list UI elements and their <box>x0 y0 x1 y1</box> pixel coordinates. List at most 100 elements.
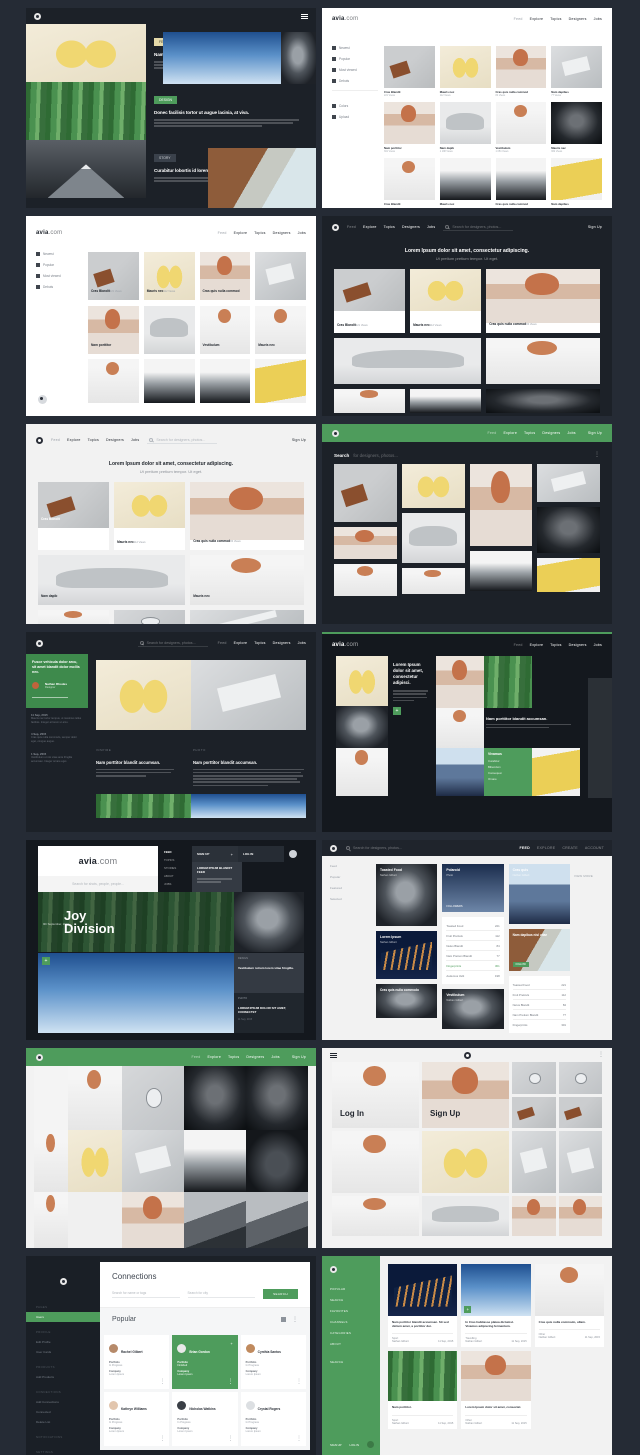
photo-sky[interactable]: + <box>461 1264 531 1316</box>
photo-rock[interactable] <box>336 705 388 748</box>
nav-item-stories[interactable]: STORIES <box>164 866 192 870</box>
photo-chair[interactable] <box>401 513 465 563</box>
search-input[interactable]: Search for shots, people, people... <box>38 876 158 892</box>
feed-card[interactable]: Mauris nec112 Views <box>143 252 195 301</box>
nav-item-feed[interactable]: Feed <box>514 17 523 21</box>
signup-button[interactable]: Sign Up <box>292 438 306 442</box>
photo-gradient-tube[interactable] <box>469 551 533 591</box>
nav-item-jobs[interactable]: Jobs <box>427 225 435 229</box>
feed-card[interactable]: Mauris nec 962 Views <box>551 102 602 153</box>
collection-card[interactable]: Lorem Ipsum Nathan Gilbert <box>376 931 438 979</box>
screen-connections-dashboard[interactable]: PAGES Users PROFILE Edit Profile User Ca… <box>26 1256 316 1455</box>
sidebar-item-most-viewed[interactable]: Most viewed <box>36 274 82 278</box>
sidebar-item-newest[interactable]: Newest <box>332 46 378 50</box>
person-card[interactable]: Rachel Gilbert Portfolio In Progress Comp… <box>104 1335 170 1389</box>
avatar[interactable] <box>38 395 47 404</box>
photo-slippers[interactable] <box>439 46 491 88</box>
nav-item-jobs[interactable]: Jobs <box>298 641 306 645</box>
nav-item-explore[interactable]: Explore <box>530 643 544 647</box>
search-city-input[interactable]: Search for city <box>187 1291 256 1298</box>
sidebar-item-popular[interactable]: Popular <box>36 263 82 267</box>
nav-item-designers[interactable]: Designers <box>106 438 124 442</box>
feed-card[interactable]: Cras quis nulla commod <box>199 252 251 301</box>
masonry-card[interactable] <box>334 389 406 413</box>
avatar[interactable] <box>32 681 39 689</box>
screen-joy-division-hero[interactable]: avia.com Search for shots, people, peopl… <box>26 840 316 1040</box>
photo-sky[interactable] <box>163 32 281 84</box>
grid-view-icon[interactable] <box>281 1317 286 1322</box>
photo-black-rock[interactable] <box>184 1066 246 1130</box>
green-sidebar[interactable]: POPULAR SEARCH FAVORITES CHANNELS CATEGO… <box>322 1256 380 1455</box>
masonry-card[interactable]: Cras Blandit221 Views <box>334 269 406 333</box>
nav-item-feed[interactable]: Feed <box>191 1055 200 1059</box>
screen-dark-editorial-grid[interactable]: FEATURED Nam porttitor blandit accumsan.… <box>26 8 316 208</box>
logo-icon[interactable] <box>59 1278 67 1285</box>
collection-card[interactable]: Nam dapibus nisl vitae FOLLOW <box>508 929 570 971</box>
mini-nav[interactable]: FEED TOPICS STORIES ABOUT JOBS <box>158 846 192 892</box>
sidebar-head-notifications[interactable]: NOTIFICATIONS <box>26 1432 100 1442</box>
nav-item-designers[interactable]: Designers <box>402 225 420 229</box>
nav-item-about[interactable]: ABOUT <box>164 874 192 878</box>
photo-dress[interactable] <box>332 1131 419 1193</box>
logo-icon[interactable] <box>36 436 43 444</box>
photo-woman[interactable] <box>436 655 484 708</box>
sidebar-item-colors[interactable]: Colors <box>332 104 378 108</box>
photo-dress[interactable] <box>88 359 139 404</box>
photo-rock[interactable] <box>281 32 316 84</box>
screen-dark-article-timeline[interactable]: Search for designers, photos... Feed Exp… <box>26 632 316 832</box>
nav-item-topics[interactable]: Topics <box>524 431 535 435</box>
photo-dress[interactable] <box>38 610 110 624</box>
photo-chair[interactable] <box>38 555 186 605</box>
photo-dress[interactable] <box>436 707 484 748</box>
stat-list[interactable]: Toasted Food 221 Fruit Pretzels 112 Netus … <box>442 917 504 984</box>
masonry-card[interactable] <box>410 389 482 413</box>
person-card[interactable]: Crystal Rogers Portfolio In Progress Comp… <box>240 1392 306 1446</box>
photo-yellow-coat[interactable] <box>255 359 306 404</box>
nav-item-topics[interactable]: Topics <box>228 1055 239 1059</box>
photo-woman[interactable] <box>469 464 533 546</box>
menu-icon[interactable] <box>330 1052 337 1058</box>
photo-gradient-tube[interactable] <box>199 359 251 404</box>
photo-mountain-blue[interactable] <box>436 747 484 796</box>
card-action[interactable]: FOLLOWERS <box>446 905 462 908</box>
nav-item-create[interactable]: CREATE <box>562 846 578 850</box>
timeline-item[interactable]: 11 Sep, 2015 Mauris nec tortor tempus, u… <box>31 713 83 725</box>
brand-wordmark[interactable]: avia.com <box>36 230 62 236</box>
photo-chair[interactable] <box>143 305 195 354</box>
feed-sidebar[interactable]: Newest Popular Most viewed Debuts <box>26 244 88 404</box>
photo-slippers[interactable] <box>422 1131 509 1193</box>
sidebar-item-popular[interactable]: POPULAR <box>330 1287 380 1291</box>
nav-item-feed[interactable]: Feed <box>51 438 60 442</box>
feed-card[interactable]: Nam dapib 1 198 Views <box>439 102 491 153</box>
sidebar-item-add-connections[interactable]: Add Connections <box>26 1397 100 1407</box>
add-button[interactable]: + <box>42 957 50 965</box>
article-card[interactable]: Nam porttitor blandit accumsan. Sit sed … <box>388 1264 458 1348</box>
sidebar-item-favorites[interactable]: FAVORITES <box>330 1309 380 1313</box>
photo-slippers[interactable] <box>410 269 482 311</box>
main-nav[interactable]: Feed Explore Topics Designers Jobs <box>218 231 306 235</box>
sidebar-item-user-cards[interactable]: User Cards <box>26 1347 100 1357</box>
sidebar-item-upload[interactable]: Upload <box>332 115 378 119</box>
article-card[interactable]: Nam porttitor. Sport Nathan Gilbert 11 Se… <box>388 1351 458 1429</box>
signup-button[interactable]: Sign Up <box>588 431 602 435</box>
search-input[interactable]: Search for designers, photos... <box>137 640 208 647</box>
nav-item-jobs[interactable]: Jobs <box>298 231 306 235</box>
photo-phone[interactable] <box>255 252 306 300</box>
photo-desk[interactable]: Cras Blandit <box>38 482 110 528</box>
logo-icon[interactable] <box>36 639 43 647</box>
nav-item-feed[interactable]: FEED <box>164 850 192 854</box>
photo-dress[interactable] <box>401 568 465 594</box>
more-icon[interactable]: ⋮ <box>228 1379 234 1385</box>
photo-dress[interactable] <box>332 1196 419 1236</box>
photo-night-building[interactable] <box>388 1264 458 1316</box>
brand-wordmark[interactable]: avia.com <box>332 642 358 648</box>
photo-dress[interactable] <box>336 747 388 796</box>
nav-item-explore[interactable]: Explore <box>530 17 544 21</box>
nav-item-designers[interactable]: Designers <box>569 643 587 647</box>
photo-desk[interactable] <box>558 1097 602 1128</box>
nav-item-designers[interactable]: Designers <box>273 231 291 235</box>
nav-item-designers[interactable]: Designers <box>246 1055 264 1059</box>
article-card[interactable]: Cras quis nulla commodo, ullam. Other Na… <box>534 1264 604 1348</box>
follow-button[interactable]: FOLLOW <box>512 962 529 967</box>
feed-card[interactable]: Cras Blandit <box>384 158 435 206</box>
